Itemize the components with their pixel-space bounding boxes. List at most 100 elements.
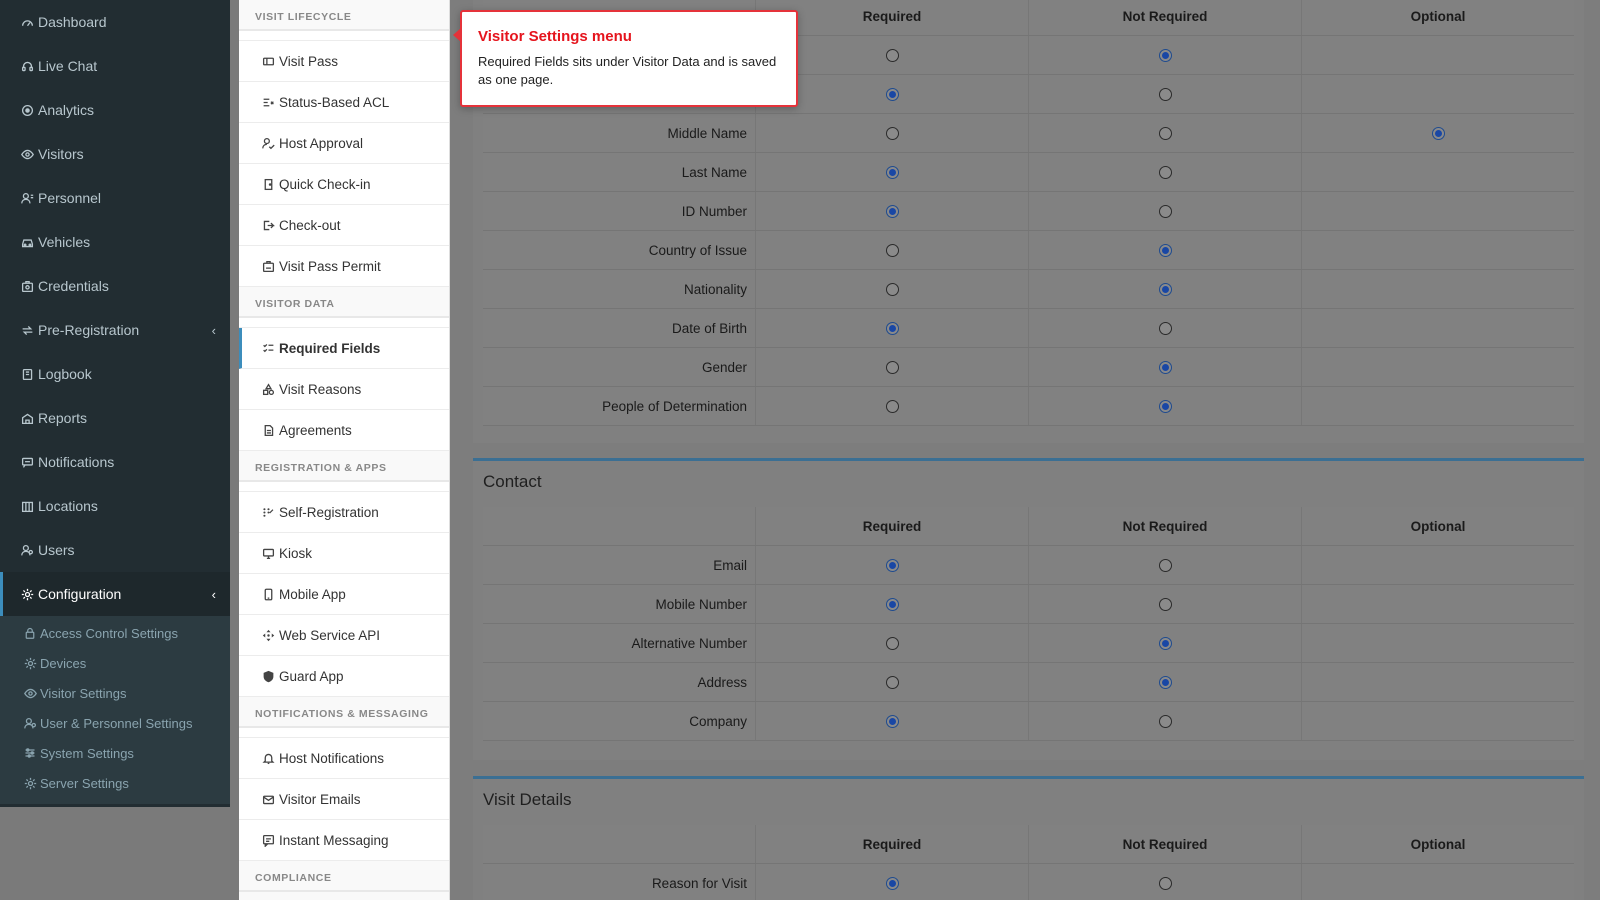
radio-required[interactable]: [885, 360, 899, 374]
submenu-item-system-settings[interactable]: System Settings: [0, 738, 230, 768]
panel-visit-details: Visit Details Required Not Required Option…: [473, 776, 1584, 900]
sidebar-item-reports[interactable]: Reports: [0, 396, 230, 440]
cell-optional: [1301, 36, 1574, 74]
panel-contact: Contact Required Not Required Optional Emai…: [473, 458, 1584, 760]
sidebar-item-locations[interactable]: Locations: [0, 484, 230, 528]
submenu-item-server-settings[interactable]: Server Settings: [0, 768, 230, 798]
radio-not-required[interactable]: [1158, 282, 1172, 296]
submenu-item-user-personnel-settings[interactable]: User & Personnel Settings: [0, 708, 230, 738]
submenu-item-devices[interactable]: Devices: [0, 648, 230, 678]
radio-required[interactable]: [885, 204, 899, 218]
cell-required: [755, 114, 1028, 152]
menu-spacer: [239, 318, 449, 328]
radio-not-required[interactable]: [1158, 126, 1172, 140]
menu-item-label: Visitor Emails: [279, 791, 361, 807]
radio-required[interactable]: [885, 243, 899, 257]
menu-item-visit-reasons[interactable]: Visit Reasons: [239, 369, 449, 410]
table-row: Address: [483, 663, 1574, 702]
menu-item-instant-messaging[interactable]: Instant Messaging: [239, 820, 449, 861]
radio-required[interactable]: [885, 126, 899, 140]
sidebar-item-personnel[interactable]: Personnel: [0, 176, 230, 220]
menu-item-label: Visit Reasons: [279, 381, 362, 397]
menu-item-self-registration[interactable]: Self-Registration: [239, 492, 449, 533]
tooltip-body: Required Fields sits under Visitor Data …: [478, 54, 777, 87]
radio-not-required[interactable]: [1158, 48, 1172, 62]
chevron-left-icon: ‹: [211, 322, 216, 338]
menu-item-required-fields[interactable]: Required Fields: [239, 328, 449, 369]
radio-required[interactable]: [885, 597, 899, 611]
field-label: Company: [689, 713, 747, 729]
submenu-item-label: System Settings: [40, 745, 134, 761]
radio-not-required[interactable]: [1158, 321, 1172, 335]
cell-not-required: [1028, 153, 1301, 191]
radio-not-required[interactable]: [1158, 636, 1172, 650]
sidebar-item-configuration[interactable]: Configuration ‹: [0, 572, 230, 616]
table-row: Date of Birth: [483, 309, 1574, 348]
radio-required[interactable]: [885, 558, 899, 572]
book-icon: [18, 368, 36, 381]
menu-item-visitor-emails[interactable]: Visitor Emails: [239, 779, 449, 820]
submenu-item-label: Devices: [40, 655, 87, 671]
sidebar-item-visitors[interactable]: Visitors: [0, 132, 230, 176]
cell-required: [755, 387, 1028, 425]
radio-not-required[interactable]: [1158, 204, 1172, 218]
radio-required[interactable]: [885, 165, 899, 179]
radio-not-required[interactable]: [1158, 87, 1172, 101]
radio-optional[interactable]: [1431, 126, 1445, 140]
radio-required[interactable]: [885, 48, 899, 62]
menu-item-web-service-api[interactable]: Web Service API: [239, 615, 449, 656]
menu-item-label: Required Fields: [279, 340, 381, 356]
sidebar-item-vehicles[interactable]: Vehicles: [0, 220, 230, 264]
radio-required[interactable]: [885, 675, 899, 689]
cell-not-required: [1028, 192, 1301, 230]
menu-item-kiosk[interactable]: Kiosk: [239, 533, 449, 574]
radio-not-required[interactable]: [1158, 597, 1172, 611]
menu-item-agreements[interactable]: Agreements: [239, 410, 449, 451]
radio-not-required[interactable]: [1158, 360, 1172, 374]
sidebar-item-analytics[interactable]: Analytics: [0, 88, 230, 132]
menu-item-mobile-app[interactable]: Mobile App: [239, 574, 449, 615]
radio-required[interactable]: [885, 282, 899, 296]
radio-not-required[interactable]: [1158, 558, 1172, 572]
main-nav: Dashboard Live Chat Analytics Visitors Perso…: [0, 0, 230, 804]
menu-item-visit-pass-permit[interactable]: Visit Pass Permit: [239, 246, 449, 287]
reports-icon: [18, 412, 36, 425]
sidebar-item-live-chat[interactable]: Live Chat: [0, 44, 230, 88]
sidebar-item-dashboard[interactable]: Dashboard: [0, 0, 230, 44]
radio-not-required[interactable]: [1158, 243, 1172, 257]
menu-item-check-out[interactable]: Check-out: [239, 205, 449, 246]
sidebar-item-label: Personnel: [38, 190, 102, 206]
sidebar-item-notifications[interactable]: Notifications: [0, 440, 230, 484]
menu-item-guard-app[interactable]: Guard App: [239, 656, 449, 697]
cell-required: [755, 624, 1028, 662]
sidebar-item-pre-registration[interactable]: Pre-Registration ‹: [0, 308, 230, 352]
radio-required[interactable]: [885, 714, 899, 728]
menu-item-visit-pass[interactable]: Visit Pass: [239, 41, 449, 82]
sidebar-item-logbook[interactable]: Logbook: [0, 352, 230, 396]
radio-required[interactable]: [885, 399, 899, 413]
radio-not-required[interactable]: [1158, 165, 1172, 179]
radio-required[interactable]: [885, 876, 899, 890]
cell-optional: [1301, 663, 1574, 701]
radio-not-required[interactable]: [1158, 399, 1172, 413]
radio-required[interactable]: [885, 321, 899, 335]
radio-not-required[interactable]: [1158, 714, 1172, 728]
sidebar-item-credentials[interactable]: Credentials: [0, 264, 230, 308]
menu-item-host-notifications[interactable]: Host Notifications: [239, 738, 449, 779]
submenu-item-access-control-settings[interactable]: Access Control Settings: [0, 618, 230, 648]
radio-not-required[interactable]: [1158, 675, 1172, 689]
radio-required[interactable]: [885, 87, 899, 101]
cell-required: [755, 231, 1028, 269]
menu-item-quick-check-in[interactable]: Quick Check-in: [239, 164, 449, 205]
cell-not-required: [1028, 864, 1301, 900]
content-area: Required Not Required Optional Middle Name L…: [450, 0, 1600, 900]
shapes-icon: [260, 382, 276, 396]
menu-item-host-approval[interactable]: Host Approval: [239, 123, 449, 164]
submenu-item-visitor-settings[interactable]: Visitor Settings: [0, 678, 230, 708]
menu-item-status-based-acl[interactable]: Status-Based ACL: [239, 82, 449, 123]
radio-required[interactable]: [885, 636, 899, 650]
cell-optional: [1301, 585, 1574, 623]
sidebar-item-users[interactable]: Users: [0, 528, 230, 572]
cell-not-required: [1028, 348, 1301, 386]
radio-not-required[interactable]: [1158, 876, 1172, 890]
